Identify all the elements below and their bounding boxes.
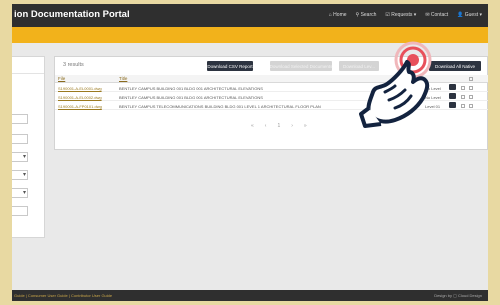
nav-requests[interactable]: ☑ Requests ▾ (385, 12, 416, 18)
file-link[interactable]: S190001-A-FP0101.dwg (58, 104, 102, 109)
pagination: « ‹ 1 › » (251, 123, 307, 129)
row-checkbox[interactable] (461, 86, 465, 90)
download-icon[interactable] (449, 84, 456, 90)
file-title: BENTLEY CAMPUS BUILDING 001 BLDG 001 ARC… (119, 95, 263, 100)
row-checkbox[interactable] (461, 104, 465, 108)
page-last[interactable]: » (304, 123, 307, 129)
top-nav: ⌂ Home ⚲ Search ☑ Requests ▾ ✉ Contact 👤… (329, 12, 482, 18)
pointing-hand-icon (359, 41, 432, 128)
row-checkbox[interactable] (469, 104, 473, 108)
page-prev[interactable]: ‹ (265, 123, 267, 129)
file-title: BENTLEY CAMPUS BUILDING 001 BLDG 001 ARC… (119, 86, 263, 91)
filter-input[interactable] (12, 134, 28, 144)
results-count: 3 results (63, 62, 84, 68)
column-title[interactable]: Title (119, 76, 127, 81)
column-file[interactable]: File (58, 76, 65, 81)
select-all-checkbox[interactable] (469, 77, 473, 81)
portal-title: ion Documentation Portal (14, 9, 130, 20)
nav-search[interactable]: ⚲ Search (356, 12, 377, 18)
download-icon[interactable] (449, 93, 456, 99)
nav-guest[interactable]: 👤 Guest ▾ (457, 12, 482, 18)
nav-contact[interactable]: ✉ Contact (425, 12, 448, 18)
row-checkbox[interactable] (461, 95, 465, 99)
page-footer: Guide | Consumer User Guide | Contributo… (12, 290, 488, 301)
footer-credit: Design by ▢ Cloud Design (434, 293, 482, 298)
download-selected-button[interactable]: Download Selected Documents (270, 61, 332, 71)
download-icon[interactable] (449, 102, 456, 108)
filter-select[interactable] (12, 152, 28, 162)
filter-panel (12, 56, 45, 238)
filter-select[interactable] (12, 188, 28, 198)
footer-links[interactable]: Guide | Consumer User Guide | Contributo… (14, 293, 112, 298)
download-csv-button[interactable]: Download CSV Report (207, 61, 253, 71)
page-first[interactable]: « (251, 123, 254, 129)
page-current[interactable]: 1 (277, 123, 280, 129)
filter-header (12, 57, 44, 74)
file-link[interactable]: S190001-A-EL0002.dwg (58, 95, 102, 100)
row-checkbox[interactable] (469, 95, 473, 99)
row-checkbox[interactable] (469, 86, 473, 90)
file-link[interactable]: S190001-A-EL0001.dwg (58, 86, 102, 91)
filter-input[interactable] (12, 114, 28, 124)
page-next[interactable]: › (291, 123, 293, 129)
top-navbar: ion Documentation Portal ⌂ Home ⚲ Search… (12, 4, 488, 27)
nav-home[interactable]: ⌂ Home (329, 12, 347, 18)
filter-input[interactable] (12, 206, 28, 216)
filter-select[interactable] (12, 170, 28, 180)
file-title: BENTLEY CAMPUS TELECOMMUNICATIONS BUILDI… (119, 104, 321, 109)
